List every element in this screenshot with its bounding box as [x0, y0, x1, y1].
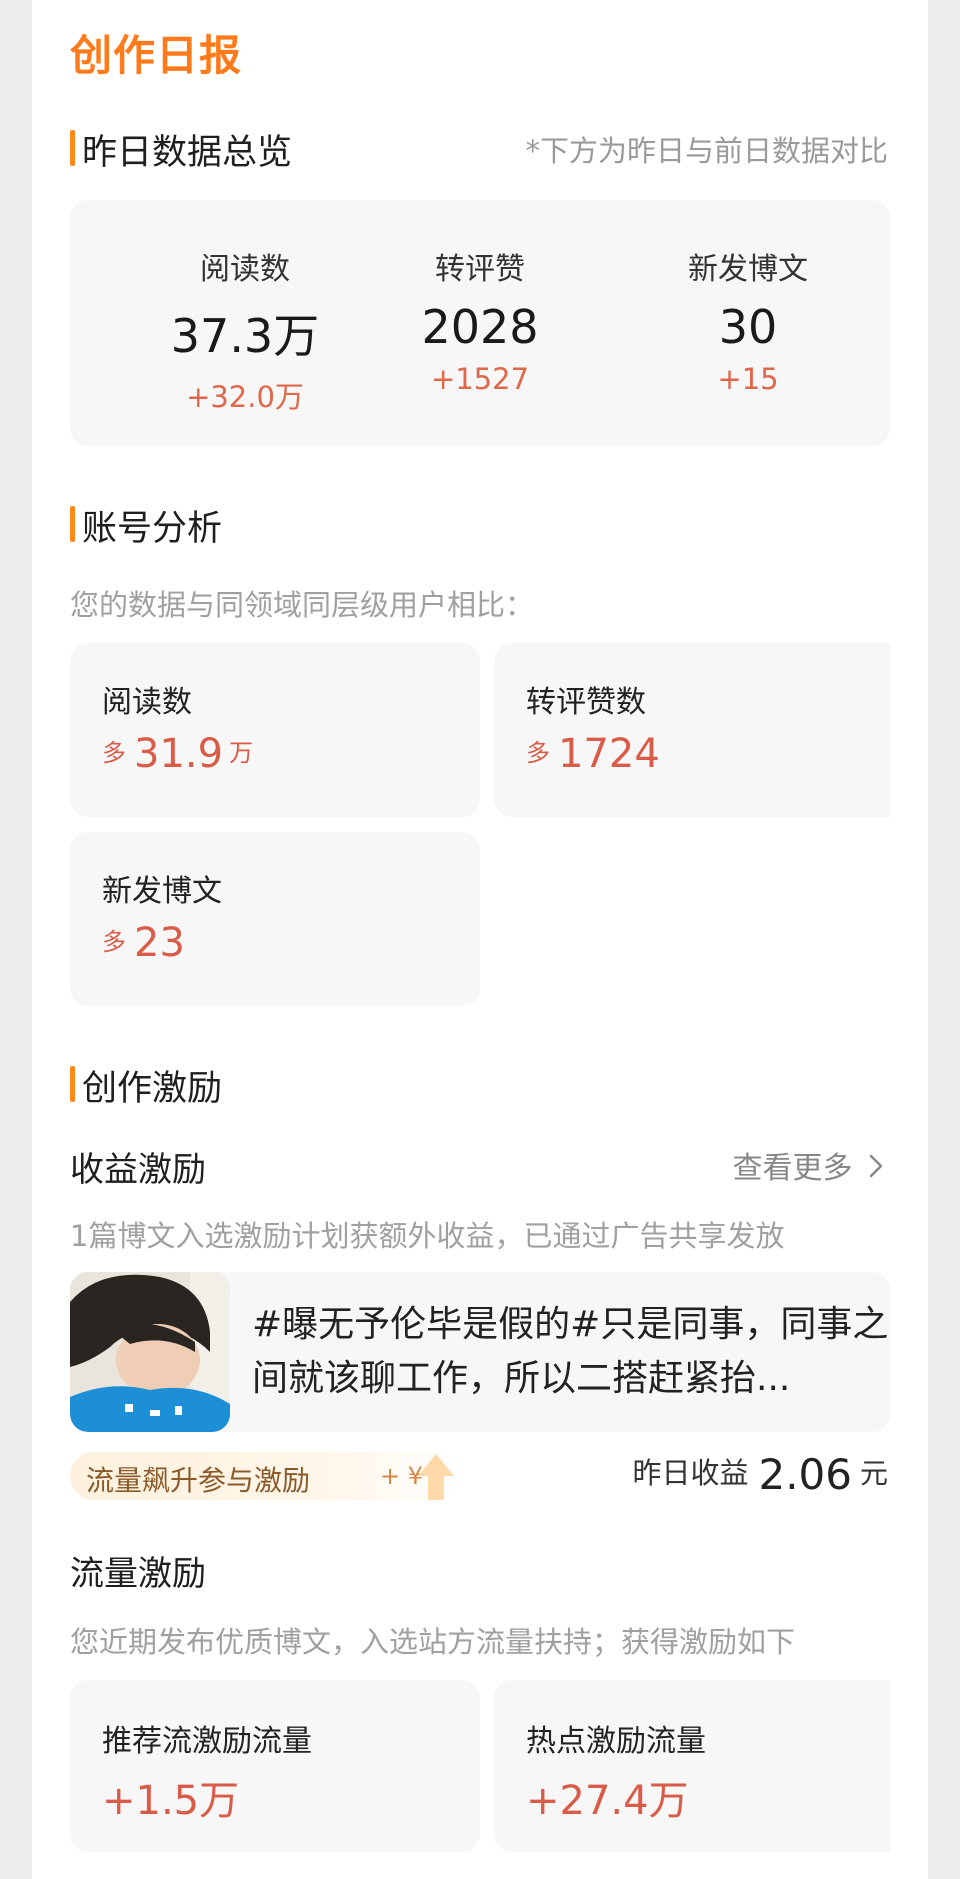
incentive-section-title: 创作激励: [70, 1060, 222, 1111]
overview-label: 新发博文: [688, 252, 808, 287]
brand-title: 创作日报: [70, 31, 243, 80]
overview-value: 30: [718, 300, 778, 354]
yesterday-earnings-value: 2.06: [758, 1450, 852, 1499]
overview-item-interactions: 转评赞 2028 +1527: [345, 200, 615, 396]
boost-label: 流量飙升参与激励: [86, 1464, 311, 1497]
overview-label: 转评赞: [435, 252, 525, 287]
account-card-value: 多 31.9 万: [102, 731, 254, 777]
overview-delta: +1527: [430, 362, 530, 396]
boost-badge[interactable]: 流量飙升参与激励 + ¥ 2: [70, 1452, 462, 1500]
flow-card-hot[interactable]: 热点激励流量 +27.4万: [494, 1680, 890, 1852]
daily-report-page: 创作日报 昨日数据总览 *下方为昨日与前日数据对比 阅读数 37.3万 +32.…: [32, 0, 928, 1879]
see-more-label: 查看更多: [732, 1151, 853, 1186]
post-thumbnail: [70, 1272, 230, 1432]
flow-incentive-desc: 您近期发布优质博文，入选站方流量扶持；获得激励如下: [70, 1625, 796, 1659]
revenue-incentive-desc: 1篇博文入选激励计划获额外收益，已通过广告共享发放: [70, 1219, 785, 1253]
account-card-value: 多 23: [102, 920, 185, 966]
account-card-label: 新发博文: [102, 874, 222, 909]
overview-item-reads: 阅读数 37.3万 +32.0万: [110, 200, 380, 416]
flow-card-label: 热点激励流量: [526, 1724, 706, 1759]
account-card-value: 多 1724: [526, 731, 660, 777]
flow-card-label: 推荐流激励流量: [102, 1724, 312, 1759]
flow-card-value: +27.4万: [526, 1778, 689, 1824]
account-section-title: 账号分析: [70, 500, 222, 551]
flow-card-value: +1.5万: [102, 1778, 240, 1824]
account-subtitle: 您的数据与同领域同层级用户相比：: [70, 588, 535, 622]
flow-incentive-title: 流量激励: [70, 1554, 206, 1594]
post-text: #曝无予伦毕是假的#只是同事，同事之间就该聊工作，所以二搭赶紧抬...: [252, 1304, 889, 1399]
overview-delta: +15: [717, 362, 779, 396]
yesterday-earnings-unit: 元: [859, 1457, 888, 1490]
account-card-label: 转评赞数: [526, 685, 646, 720]
incentive-post-card[interactable]: #曝无予伦毕是假的#只是同事，同事之间就该聊工作，所以二搭赶紧抬...: [70, 1272, 890, 1432]
overview-label: 阅读数: [200, 252, 290, 287]
overview-card: 阅读数 37.3万 +32.0万 转评赞 2028 +1527 新发博文 30 …: [70, 200, 890, 446]
see-more-link[interactable]: 查看更多: [732, 1143, 884, 1187]
overview-section-title: 昨日数据总览: [70, 124, 292, 175]
yesterday-earnings-label: 昨日收益: [632, 1456, 749, 1490]
overview-delta: +32.0万: [186, 380, 304, 414]
overview-value: 37.3万: [170, 309, 320, 363]
account-card-new-posts[interactable]: 新发博文 多 23: [70, 832, 480, 1006]
account-card-interactions[interactable]: 转评赞数 多 1724: [494, 643, 890, 817]
account-card-label: 阅读数: [102, 685, 192, 720]
overview-item-new-posts: 新发博文 30 +15: [613, 200, 883, 396]
yesterday-earnings: 昨日收益 2.06 元: [632, 1450, 888, 1499]
flow-card-recommend[interactable]: 推荐流激励流量 +1.5万: [70, 1680, 480, 1852]
chevron-right-icon: [868, 1152, 884, 1187]
arrow-up-icon: [414, 1452, 458, 1500]
account-card-reads[interactable]: 阅读数 多 31.9 万: [70, 643, 480, 817]
overview-note: *下方为昨日与前日数据对比: [525, 134, 888, 168]
revenue-incentive-title: 收益激励: [70, 1150, 206, 1190]
overview-value: 2028: [421, 300, 539, 354]
